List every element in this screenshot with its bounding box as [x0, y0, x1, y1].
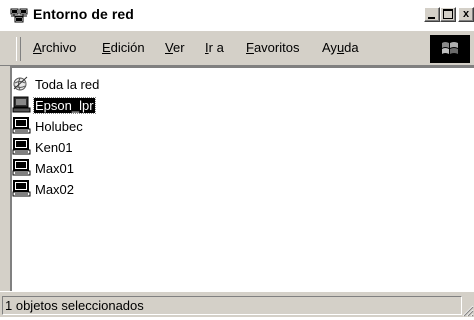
list-item-label: Epson_lpr [33, 96, 96, 114]
list-item-toda-la-red[interactable]: Toda la red [12, 74, 100, 94]
window-title: Entorno de red [33, 6, 134, 22]
menu-edicion[interactable]: Edición [102, 40, 145, 55]
list-item-label: Toda la red [35, 76, 100, 92]
list-item-ken01[interactable]: Ken01 [12, 137, 74, 157]
status-bar: 1 objetos seleccionados [0, 291, 474, 317]
menu-favoritos-label: Favoritos [246, 40, 300, 55]
list-item-label: Max02 [35, 181, 75, 197]
computer-icon [12, 180, 34, 198]
menu-ayuda[interactable]: Ayuda [322, 40, 359, 55]
close-button[interactable]: x [458, 7, 474, 22]
status-pane: 1 objetos seleccionados [2, 296, 462, 315]
globe-icon [12, 75, 34, 93]
network-neighborhood-icon [10, 8, 28, 24]
menu-bar: Archivo Edición Ver Ir a Favoritos Ayuda [0, 30, 474, 66]
status-text: 1 objetos seleccionados [5, 298, 144, 313]
explorer-window: Entorno de red x Archivo Edición Ver Ir … [0, 0, 474, 317]
list-item-label: Ken01 [35, 139, 73, 155]
list-item-label: Max01 [35, 160, 75, 176]
toolbar-grip[interactable] [16, 37, 21, 61]
minimize-button[interactable] [424, 7, 440, 22]
windows-logo-icon [430, 35, 470, 63]
menu-ver[interactable]: Ver [165, 40, 185, 55]
computer-icon [12, 117, 34, 135]
network-item-list[interactable]: Toda la red Epson_lpr Holubec Ken01 Max0… [10, 66, 474, 291]
list-item-label: Holubec [35, 118, 83, 134]
menu-favoritos[interactable]: Favoritos [246, 40, 299, 55]
maximize-button[interactable] [440, 7, 456, 22]
computer-icon [12, 96, 34, 114]
menu-archivo-label: Archivo [33, 40, 77, 55]
menu-ir-a-label: Ir a [205, 40, 224, 55]
menu-ayuda-label: Ayuda [322, 40, 359, 55]
computer-icon [12, 159, 34, 177]
list-item-max01[interactable]: Max01 [12, 158, 75, 178]
list-item-epson-lpr[interactable]: Epson_lpr [12, 95, 96, 115]
title-bar[interactable]: Entorno de red x [0, 0, 474, 30]
menu-ver-label: Ver [165, 40, 185, 55]
menu-edicion-label: Edición [102, 40, 145, 55]
list-item-holubec[interactable]: Holubec [12, 116, 84, 136]
computer-icon [12, 138, 34, 156]
close-icon: x [462, 8, 470, 20]
resize-grip-icon[interactable] [460, 303, 474, 317]
menu-archivo[interactable]: Archivo [33, 40, 76, 55]
list-item-max02[interactable]: Max02 [12, 179, 75, 199]
menu-ir-a[interactable]: Ir a [205, 40, 224, 55]
